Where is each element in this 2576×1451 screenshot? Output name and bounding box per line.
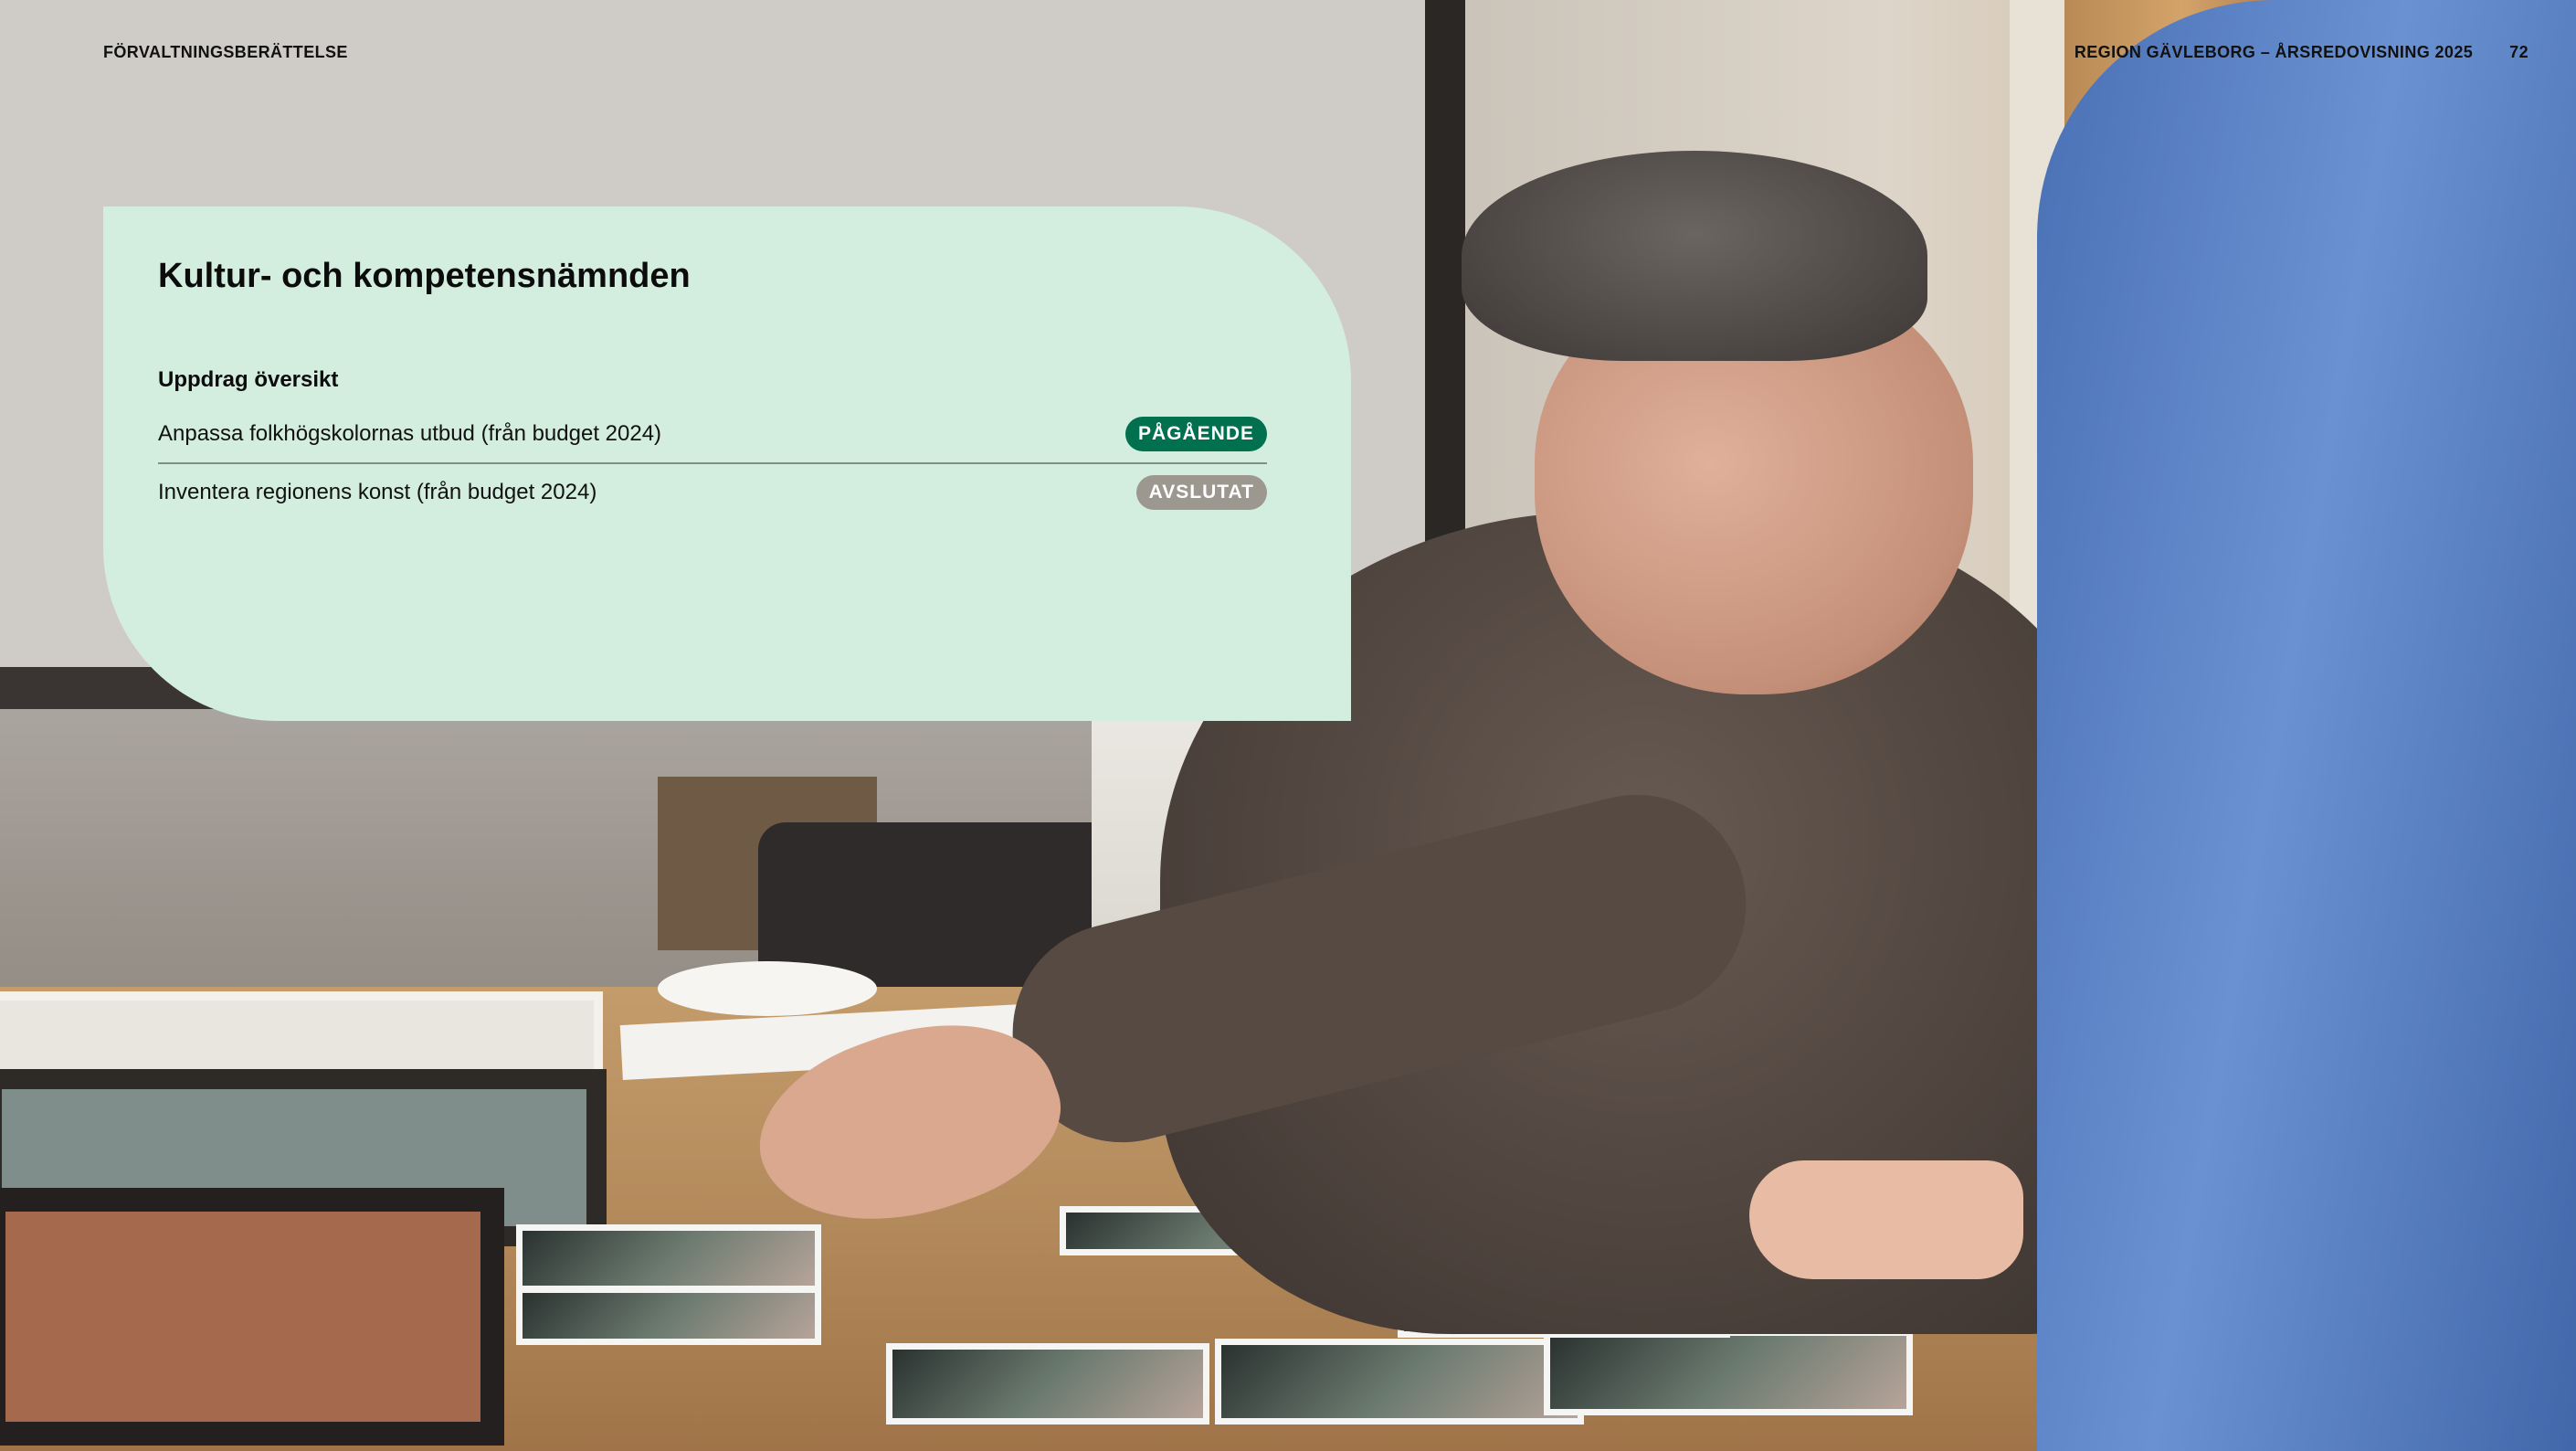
assignment-row: Anpassa folkhögskolornas utbud (från bud… <box>158 406 1267 462</box>
section-header: FÖRVALTNINGSBERÄTTELSE <box>103 43 348 61</box>
assignment-label: Anpassa folkhögskolornas utbud (från bud… <box>158 421 662 446</box>
assignment-label: Inventera regionens konst (från budget 2… <box>158 480 597 504</box>
photo-print <box>1215 1339 1584 1425</box>
status-badge: PÅGÅENDE <box>1124 417 1267 451</box>
status-badge: AVSLUTAT <box>1135 475 1267 510</box>
report-title: REGION GÄVLEBORG – ÅRSREDOVISNING 2025 <box>2074 43 2474 61</box>
assignment-list: Anpassa folkhögskolornas utbud (från bud… <box>158 406 1267 521</box>
tape-roll <box>658 961 877 1016</box>
man-cap <box>1462 151 1927 361</box>
photo-print <box>516 1287 821 1345</box>
assignment-row: Inventera regionens konst (från budget 2… <box>158 462 1267 521</box>
woman-blue-shirt <box>2037 0 2576 1451</box>
report-header: REGION GÄVLEBORG – ÅRSREDOVISNING 2025 7… <box>2075 43 2528 62</box>
page-number: 72 <box>2509 43 2528 61</box>
photo-print <box>1544 1329 1913 1415</box>
assignments-heading: Uppdrag översikt <box>158 367 339 392</box>
woman-hand <box>1749 1160 2023 1279</box>
photo-print <box>886 1343 1209 1425</box>
card-title: Kultur- och kompetensnämnden <box>158 257 691 295</box>
picture-frame <box>0 1188 504 1446</box>
committee-card: Kultur- och kompetensnämnden Uppdrag öve… <box>103 207 1351 721</box>
photo-print <box>516 1224 821 1292</box>
